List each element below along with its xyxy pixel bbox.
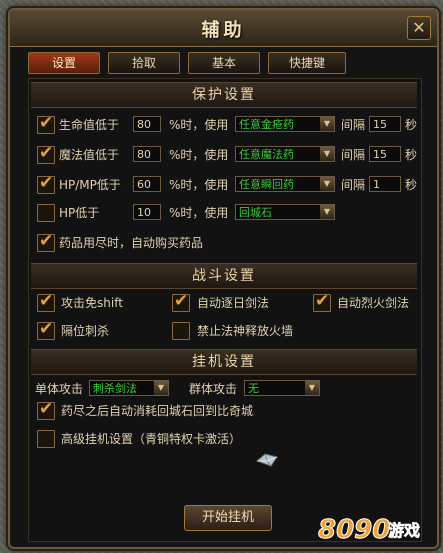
gap-stab-checkbox[interactable]: ✔ (37, 319, 55, 340)
combat-header: 战斗设置 (31, 263, 417, 289)
no-firewall-checkbox[interactable] (172, 322, 190, 340)
hpmp-item-select[interactable]: 任意瞬回药 ▼ (235, 176, 335, 192)
no-shift-checkbox[interactable]: ✔ (37, 291, 55, 312)
fire-sword-label: 自动烈火剑法 (337, 296, 410, 310)
chevron-down-icon: ▼ (154, 381, 168, 395)
no-shift-label: 攻击免shift (61, 296, 123, 310)
hpmp-label: HP/MP低于 (59, 178, 121, 192)
attack-row: 单体攻击 刺杀剑法 ▼ 群体攻击 无 ▼ (29, 379, 421, 401)
gap-stab-label: 隔位刺杀 (61, 324, 110, 338)
no-firewall-label: 禁止法神释放火墙 (197, 324, 294, 338)
auto-buy-checkbox[interactable]: ✔ (37, 231, 55, 252)
hp-mid-label: %时，使用 (169, 118, 229, 132)
protect-header: 保护设置 (31, 82, 417, 108)
mp-interval-label: 间隔 (341, 148, 366, 162)
hpmp-unit: 秒 (405, 178, 418, 192)
combat-row-2: ✔ 隔位刺杀 禁止法神释放火墙 (29, 319, 421, 343)
auto-return-checkbox[interactable]: ✔ (37, 399, 55, 420)
check-icon: ✔ (39, 113, 54, 133)
combat-row-1: ✔ 攻击免shift ✔ 自动逐日剑法 ✔ 自动烈火剑法 (29, 291, 421, 315)
hp-label: 生命值低于 (59, 118, 120, 132)
watermark-text: 游戏 (388, 521, 420, 540)
check-icon: ✔ (39, 319, 54, 339)
hpmp-mid-label: %时，使用 (169, 178, 229, 192)
tab-basic[interactable]: 基本 (188, 52, 260, 74)
hpmp-checkbox[interactable]: ✔ (37, 173, 55, 194)
svg-text:8090: 8090 (318, 515, 390, 545)
advanced-row: 高级挂机设置（青铜特权卡激活） (29, 429, 421, 451)
mp-unit: 秒 (405, 148, 418, 162)
protect-row-hpmp: ✔ HP/MP低于 60 %时，使用 任意瞬回药 ▼ 间隔 1 秒 (29, 173, 421, 197)
title-bar[interactable]: 辅助 ✕ (10, 10, 437, 47)
mp-checkbox[interactable]: ✔ (37, 143, 55, 164)
mp-threshold-input[interactable]: 80 (133, 146, 161, 162)
protect-row-hp: ✔ 生命值低于 80 %时，使用 任意金疮药 ▼ 间隔 15 秒 (29, 113, 421, 137)
auto-return-label: 药尽之后自动消耗回城石回到比奇城 (61, 404, 254, 418)
tab-settings[interactable]: 设置 (28, 52, 100, 74)
protect-row-mp: ✔ 魔法值低于 80 %时，使用 任意魔法药 ▼ 间隔 15 秒 (29, 143, 421, 167)
chevron-down-icon: ▼ (320, 177, 334, 191)
mp-label: 魔法值低于 (59, 148, 120, 162)
low-hp-label: HP低于 (59, 206, 100, 220)
single-attack-label: 单体攻击 (35, 382, 84, 396)
group-attack-value: 无 (248, 382, 259, 395)
check-icon: ✔ (39, 291, 54, 311)
hp-item-value: 任意金疮药 (239, 118, 294, 131)
afk-header: 挂机设置 (31, 349, 417, 375)
advanced-label: 高级挂机设置（青铜特权卡激活） (61, 432, 242, 446)
watermark-logo: 8090 游戏 (318, 515, 421, 546)
hp-threshold-input[interactable]: 80 (133, 116, 161, 132)
auto-buy-row: ✔ 药品用尽时，自动购买药品 (29, 231, 421, 255)
tab-hotkeys[interactable]: 快捷键 (268, 52, 346, 74)
check-icon: ✔ (315, 291, 330, 311)
group-attack-label: 群体攻击 (189, 382, 238, 396)
low-hp-item-select[interactable]: 回城石 ▼ (235, 204, 335, 220)
tab-pickup[interactable]: 拾取 (108, 52, 180, 74)
single-attack-value: 刺杀剑法 (93, 382, 137, 395)
check-icon: ✔ (39, 143, 54, 163)
settings-content: 保护设置 ✔ 生命值低于 80 %时，使用 任意金疮药 ▼ 间隔 15 秒 ✔ 魔… (28, 78, 422, 542)
mp-item-value: 任意魔法药 (239, 148, 294, 161)
start-afk-button[interactable]: 开始挂机 (184, 505, 272, 531)
mp-interval-input[interactable]: 15 (369, 146, 401, 162)
low-hp-mid-label: %时，使用 (169, 206, 229, 220)
protect-row-low-hp: HP低于 10 %时，使用 回城石 ▼ (29, 203, 421, 225)
hp-checkbox[interactable]: ✔ (37, 113, 55, 134)
chevron-down-icon: ▼ (305, 381, 319, 395)
group-attack-select[interactable]: 无 ▼ (244, 380, 320, 396)
low-hp-threshold-input[interactable]: 10 (133, 204, 161, 220)
hp-item-select[interactable]: 任意金疮药 ▼ (235, 116, 335, 132)
mp-mid-label: %时，使用 (169, 148, 229, 162)
check-icon: ✔ (174, 291, 189, 311)
sun-sword-checkbox[interactable]: ✔ (172, 291, 190, 312)
check-icon: ✔ (39, 231, 54, 251)
dialog-title: 辅助 (201, 20, 246, 41)
close-icon[interactable]: ✕ (407, 16, 431, 40)
hpmp-item-value: 任意瞬回药 (239, 178, 294, 191)
single-attack-select[interactable]: 刺杀剑法 ▼ (89, 380, 169, 396)
check-icon: ✔ (39, 173, 54, 193)
bronze-card-icon (256, 453, 278, 467)
hpmp-interval-label: 间隔 (341, 178, 366, 192)
fire-sword-checkbox[interactable]: ✔ (313, 291, 331, 312)
hpmp-threshold-input[interactable]: 60 (133, 176, 161, 192)
hp-interval-input[interactable]: 15 (369, 116, 401, 132)
advanced-checkbox[interactable] (37, 430, 55, 448)
return-row: ✔ 药尽之后自动消耗回城石回到比奇城 (29, 399, 421, 423)
hp-interval-label: 间隔 (341, 118, 366, 132)
hp-unit: 秒 (405, 118, 418, 132)
mp-item-select[interactable]: 任意魔法药 ▼ (235, 146, 335, 162)
chevron-down-icon: ▼ (320, 205, 334, 219)
sun-sword-label: 自动逐日剑法 (197, 296, 270, 310)
hpmp-interval-input[interactable]: 1 (369, 176, 401, 192)
low-hp-item-value: 回城石 (239, 206, 272, 219)
chevron-down-icon: ▼ (320, 117, 334, 131)
check-icon: ✔ (39, 399, 54, 419)
low-hp-checkbox[interactable] (37, 204, 55, 222)
chevron-down-icon: ▼ (320, 147, 334, 161)
auto-buy-label: 药品用尽时，自动购买药品 (59, 236, 204, 250)
assist-dialog: 辅助 ✕ 设置 拾取 基本 快捷键 保护设置 ✔ 生命值低于 80 %时，使用 … (8, 8, 439, 549)
